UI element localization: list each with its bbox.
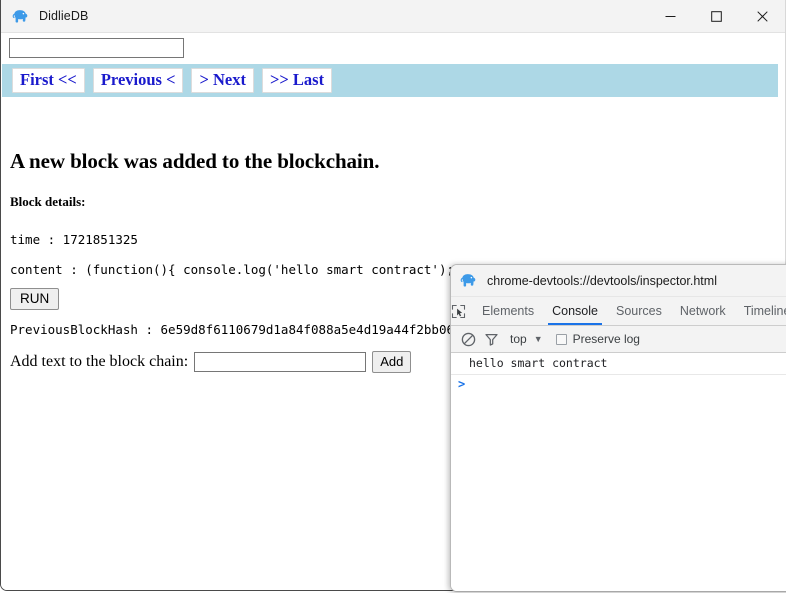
devtools-window: chrome-devtools://devtools/inspector.htm… [450,264,786,592]
screen: DidlieDB First << Previous < > Next >> L… [0,0,786,593]
add-text-label: Add text to the block chain: [10,353,189,370]
nav-next-label: > Next [199,69,246,89]
chevron-down-icon[interactable]: ▼ [534,334,543,344]
app-title: DidlieDB [39,9,89,23]
tab-sources[interactable]: Sources [607,297,671,325]
nav-next-button[interactable]: > Next [191,67,254,94]
block-time-line: time : 1721851325 [10,232,138,247]
close-button[interactable] [739,0,785,32]
nav-first-button[interactable]: First << [12,67,85,94]
add-button[interactable]: Add [372,351,412,373]
preserve-log-label: Preserve log [572,332,640,346]
search-input[interactable] [9,38,184,58]
inspect-cursor-icon[interactable] [451,297,466,325]
preserve-log-checkbox[interactable]: Preserve log [555,332,640,346]
elephant-icon [460,273,478,289]
previous-block-hash-line: PreviousBlockHash : 6e59d8f6110679d1a84f… [10,322,462,337]
maximize-button[interactable] [693,0,739,32]
tab-console[interactable]: Console [543,297,607,325]
tab-timeline[interactable]: Timeline [735,297,786,325]
devtools-tabstrip: Elements Console Sources Network Timelin… [451,297,786,326]
prompt-chevron-icon: > [458,377,466,391]
preserve-log-box[interactable] [555,333,567,345]
devtools-titlebar: chrome-devtools://devtools/inspector.htm… [451,265,786,297]
add-text-row: Add text to the block chain: Add [10,351,412,373]
block-content-line: content : (function(){ console.log('hell… [10,262,492,277]
devtools-title: chrome-devtools://devtools/inspector.htm… [487,273,717,288]
app-titlebar: DidlieDB [1,0,785,33]
tab-network[interactable]: Network [671,297,735,325]
filter-funnel-icon[interactable] [481,329,501,349]
console-toolbar: top ▼ Preserve log [451,326,786,353]
minimize-button[interactable] [647,0,693,32]
page-title: A new block was added to the blockchain. [10,149,380,173]
tab-elements[interactable]: Elements [473,297,543,325]
block-details-label: Block details: [10,194,86,209]
nav-previous-label: Previous < [100,69,176,89]
console-context-selector[interactable]: top [510,332,527,346]
nav-last-button[interactable]: >> Last [262,67,333,94]
add-text-input[interactable] [194,352,367,372]
nav-last-label: >> Last [270,69,325,89]
console-output[interactable]: hello smart contract > [451,353,786,591]
clear-console-icon[interactable] [458,329,478,349]
elephant-icon [12,8,30,24]
console-message: hello smart contract [451,353,786,375]
window-controls [647,0,785,32]
nav-first-label: First << [20,69,77,89]
nav-previous-button[interactable]: Previous < [92,67,184,94]
pagination-nav: First << Previous < > Next >> Last [2,64,778,97]
console-prompt[interactable]: > [451,375,786,391]
run-button[interactable]: RUN [10,288,60,310]
